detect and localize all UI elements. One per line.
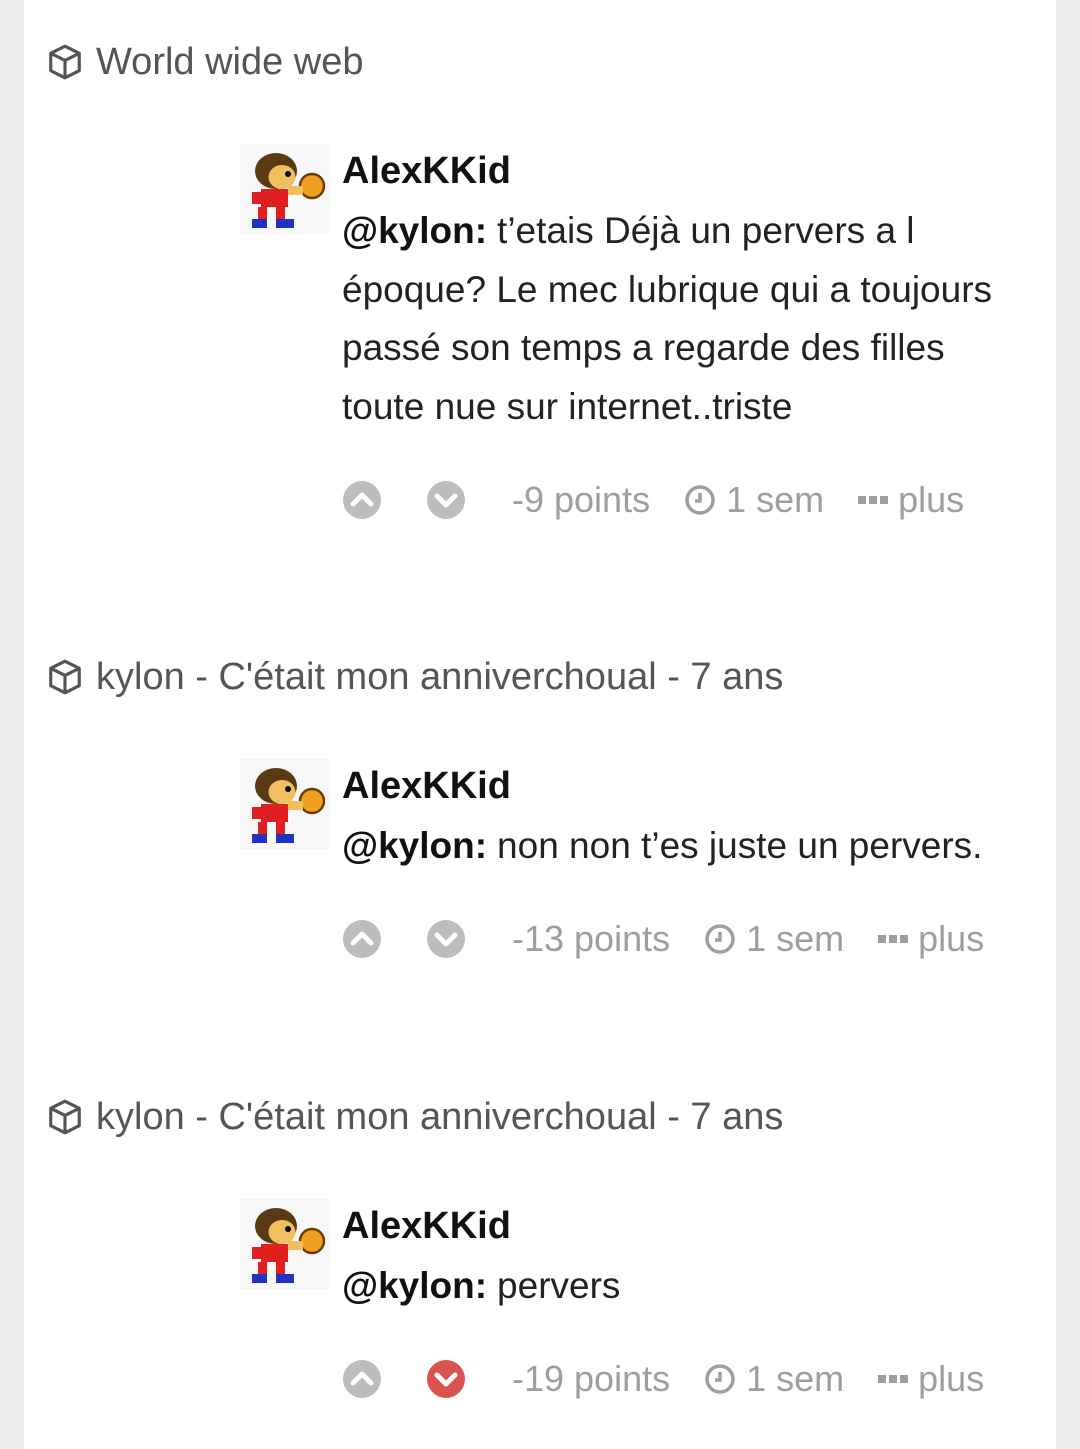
- ellipsis-icon[interactable]: [878, 934, 909, 944]
- comment-time[interactable]: 1 sem: [746, 918, 844, 960]
- downvote-button[interactable]: [426, 919, 466, 959]
- points-count: -19 points: [512, 1358, 671, 1399]
- comment-author[interactable]: AlexKKid: [342, 763, 511, 809]
- comment-actions: -13 points 1 sem plus: [342, 914, 984, 964]
- points-count: -9 points: [512, 479, 651, 520]
- comment-actions: -9 points 1 sem plus: [342, 475, 964, 525]
- points-count: -13 points: [512, 918, 671, 959]
- upvote-button[interactable]: [342, 480, 382, 520]
- clock-icon: [705, 924, 735, 954]
- downvote-button[interactable]: [426, 480, 466, 520]
- clock-icon: [705, 1364, 735, 1394]
- comment-feed: World wide web AlexKKid @kylon: t’etais D…: [24, 0, 1056, 1449]
- more-button[interactable]: plus: [898, 479, 964, 521]
- thread-header[interactable]: World wide web: [46, 37, 364, 87]
- box-icon: [49, 659, 81, 695]
- mention[interactable]: @kylon:: [342, 825, 487, 866]
- more-button[interactable]: plus: [918, 1358, 984, 1400]
- comment-time[interactable]: 1 sem: [746, 1358, 844, 1400]
- clock-icon: [685, 485, 715, 515]
- thread-title: World wide web: [96, 40, 364, 83]
- mention[interactable]: @kylon:: [342, 1265, 487, 1306]
- ellipsis-icon[interactable]: [858, 495, 889, 505]
- thread-title: kylon - C'était mon anniverchoual - 7 an…: [96, 655, 784, 698]
- box-icon: [49, 1099, 81, 1135]
- thread-header[interactable]: kylon - C'était mon anniverchoual - 7 an…: [46, 1092, 783, 1142]
- upvote-button[interactable]: [342, 919, 382, 959]
- avatar[interactable]: [240, 759, 330, 849]
- comment-time[interactable]: 1 sem: [726, 479, 824, 521]
- upvote-button[interactable]: [342, 1359, 382, 1399]
- comment-text: @kylon: t’etais Déjà un pervers a l époqu…: [342, 202, 1032, 436]
- comment-author[interactable]: AlexKKid: [342, 148, 511, 194]
- comment-text: @kylon: pervers: [342, 1257, 1032, 1316]
- comment-body: non non t’es juste un pervers.: [497, 825, 983, 866]
- downvote-button[interactable]: [426, 1359, 466, 1399]
- ellipsis-icon[interactable]: [878, 1374, 909, 1384]
- avatar[interactable]: [240, 1199, 330, 1289]
- comment-actions: -19 points 1 sem plus: [342, 1354, 984, 1404]
- more-button[interactable]: plus: [918, 918, 984, 960]
- avatar[interactable]: [240, 144, 330, 234]
- thread-header[interactable]: kylon - C'était mon anniverchoual - 7 an…: [46, 652, 783, 702]
- thread-title: kylon - C'était mon anniverchoual - 7 an…: [96, 1095, 784, 1138]
- comment-author[interactable]: AlexKKid: [342, 1203, 511, 1249]
- box-icon: [49, 44, 81, 80]
- mention[interactable]: @kylon:: [342, 210, 487, 251]
- comment-text: @kylon: non non t’es juste un pervers.: [342, 817, 1032, 876]
- comment-body: pervers: [497, 1265, 621, 1306]
